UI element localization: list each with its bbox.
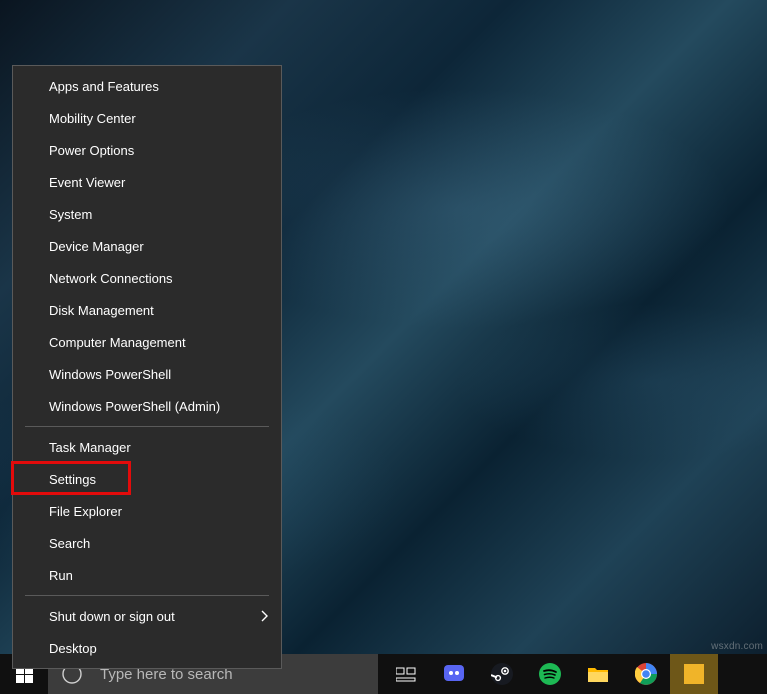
chevron-right-icon	[261, 610, 269, 622]
taskbar-app-discord[interactable]	[430, 654, 478, 694]
menu-item-file-explorer[interactable]: File Explorer	[13, 495, 281, 527]
menu-item-label: System	[49, 207, 92, 222]
menu-item-disk-management[interactable]: Disk Management	[13, 294, 281, 326]
menu-item-network-connections[interactable]: Network Connections	[13, 262, 281, 294]
menu-item-label: Search	[49, 536, 90, 551]
menu-item-label: Network Connections	[49, 271, 173, 286]
winx-context-menu: Apps and Features Mobility Center Power …	[12, 65, 282, 669]
menu-item-label: Task Manager	[49, 440, 131, 455]
menu-item-windows-powershell[interactable]: Windows PowerShell	[13, 358, 281, 390]
menu-item-label: Run	[49, 568, 73, 583]
menu-item-label: Device Manager	[49, 239, 144, 254]
menu-item-power-options[interactable]: Power Options	[13, 134, 281, 166]
menu-item-label: Mobility Center	[49, 111, 136, 126]
taskbar-app-file-explorer[interactable]	[574, 654, 622, 694]
discord-icon	[442, 662, 466, 686]
spotify-icon	[539, 663, 561, 685]
taskbar-app-steam[interactable]	[478, 654, 526, 694]
menu-item-computer-management[interactable]: Computer Management	[13, 326, 281, 358]
menu-item-label: Windows PowerShell (Admin)	[49, 399, 220, 414]
menu-item-label: Apps and Features	[49, 79, 159, 94]
watermark-text: wsxdn.com	[711, 641, 763, 652]
folder-icon	[587, 665, 609, 683]
menu-separator	[25, 595, 269, 596]
menu-item-run[interactable]: Run	[13, 559, 281, 591]
task-view-button[interactable]	[382, 654, 430, 694]
menu-item-event-viewer[interactable]: Event Viewer	[13, 166, 281, 198]
menu-item-shut-down-or-sign-out[interactable]: Shut down or sign out	[13, 600, 281, 632]
menu-item-mobility-center[interactable]: Mobility Center	[13, 102, 281, 134]
app-icon	[684, 664, 704, 684]
menu-item-label: Settings	[49, 472, 96, 487]
menu-item-system[interactable]: System	[13, 198, 281, 230]
taskbar-app-active[interactable]	[670, 654, 718, 694]
menu-item-task-manager[interactable]: Task Manager	[13, 431, 281, 463]
taskbar-app-chrome[interactable]	[622, 654, 670, 694]
menu-separator	[25, 426, 269, 427]
menu-item-label: Event Viewer	[49, 175, 125, 190]
menu-item-settings[interactable]: Settings	[13, 463, 281, 495]
menu-item-search[interactable]: Search	[13, 527, 281, 559]
menu-item-label: Windows PowerShell	[49, 367, 171, 382]
taskbar-tray	[382, 654, 718, 694]
taskbar-app-spotify[interactable]	[526, 654, 574, 694]
menu-item-label: Desktop	[49, 641, 97, 656]
chrome-icon	[635, 663, 657, 685]
menu-item-device-manager[interactable]: Device Manager	[13, 230, 281, 262]
menu-item-label: File Explorer	[49, 504, 122, 519]
menu-item-label: Power Options	[49, 143, 134, 158]
menu-item-apps-and-features[interactable]: Apps and Features	[13, 70, 281, 102]
menu-item-label: Shut down or sign out	[49, 609, 175, 624]
menu-item-label: Computer Management	[49, 335, 186, 350]
steam-icon	[491, 663, 513, 685]
menu-item-desktop[interactable]: Desktop	[13, 632, 281, 664]
menu-item-label: Disk Management	[49, 303, 154, 318]
menu-item-windows-powershell-admin[interactable]: Windows PowerShell (Admin)	[13, 390, 281, 422]
task-view-icon	[396, 666, 416, 682]
